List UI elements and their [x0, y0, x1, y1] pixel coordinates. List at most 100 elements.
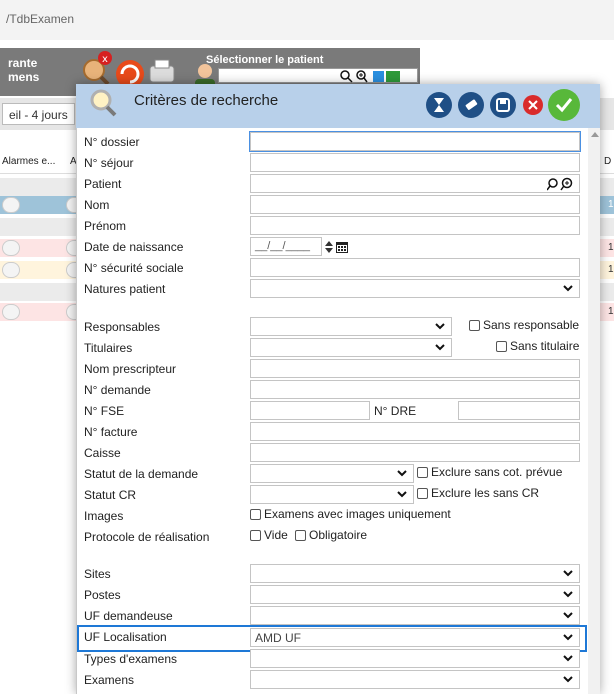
row-responsables: Responsables Sans responsable — [77, 317, 587, 338]
search-icon[interactable] — [547, 178, 558, 191]
row-statut-cr: Statut CR Exclure les sans CR — [77, 485, 587, 506]
close-button[interactable] — [523, 95, 543, 115]
eraser-button[interactable] — [458, 92, 484, 118]
label-fse: N° FSE — [84, 404, 125, 418]
label-uf-demandeuse: UF demandeuse — [84, 609, 173, 623]
status-pill — [2, 197, 20, 213]
label-protocole: Protocole de réalisation — [84, 530, 210, 544]
chevron-down-icon — [563, 285, 573, 292]
label-types-examens: Types d'examens — [84, 652, 178, 666]
row-sejour: N° séjour — [77, 153, 587, 174]
secu-input[interactable] — [250, 258, 580, 277]
row-number: 1 — [608, 199, 614, 210]
fse-input[interactable] — [250, 401, 370, 420]
hourglass-icon — [434, 98, 444, 112]
exclure-cr-checkbox[interactable] — [417, 488, 428, 499]
titulaires-select[interactable] — [250, 338, 452, 357]
label-dre: N° DRE — [374, 404, 417, 418]
row-postes: Postes — [77, 585, 587, 606]
chevron-down-icon — [435, 323, 445, 330]
period-filter-button[interactable]: eil - 4 jours — [2, 103, 75, 125]
exclure-cot-checkbox[interactable] — [417, 467, 428, 478]
zoom-in-icon[interactable] — [560, 177, 573, 191]
row-secu: N° sécurité sociale — [77, 258, 587, 279]
statut-cr-select[interactable] — [250, 485, 414, 504]
nom-input[interactable] — [250, 195, 580, 214]
label-dossier: N° dossier — [84, 135, 140, 149]
chevron-down-icon — [435, 344, 445, 351]
label-nom: Nom — [84, 198, 110, 212]
facture-input[interactable] — [250, 422, 580, 441]
label-prenom: Prénom — [84, 219, 127, 233]
row-patient: Patient — [77, 174, 587, 195]
svg-text:x: x — [102, 54, 108, 65]
sejour-input[interactable] — [250, 153, 580, 172]
examens-select[interactable] — [250, 670, 580, 689]
row-images: Images Examens avec images uniquement — [77, 506, 587, 527]
row-fse: N° FSE N° DRE — [77, 401, 587, 422]
label-facture: N° facture — [84, 425, 138, 439]
chevron-down-icon — [563, 634, 573, 641]
label-sejour: N° séjour — [84, 156, 134, 170]
toolbar-left-tab[interactable]: rante mens — [0, 48, 78, 96]
responsables-select[interactable] — [250, 317, 452, 336]
postes-select[interactable] — [250, 585, 580, 604]
row-demande: N° demande — [77, 380, 587, 401]
images-only-checkbox[interactable] — [250, 509, 261, 520]
dossier-input[interactable] — [249, 131, 581, 152]
calendar-icon[interactable] — [336, 241, 348, 253]
dre-input[interactable] — [458, 401, 580, 420]
date-spinner-icon[interactable] — [324, 240, 334, 254]
row-dossier: N° dossier — [77, 131, 587, 153]
chevron-down-icon — [397, 470, 407, 477]
label-images: Images — [84, 509, 124, 523]
row-number: 1 — [608, 242, 614, 253]
status-pill — [2, 240, 20, 256]
patient-input[interactable] — [250, 174, 580, 193]
row-prenom: Prénom — [77, 216, 587, 237]
sans-titulaire-checkbox[interactable] — [496, 341, 507, 352]
row-natures: Natures patient — [77, 279, 587, 300]
label-date-naissance: Date de naissance — [84, 240, 184, 254]
types-examens-select[interactable] — [250, 649, 580, 668]
grid-col-alarmes[interactable]: Alarmes e... — [2, 156, 55, 167]
print-icon[interactable] — [149, 59, 175, 83]
statut-demande-select[interactable] — [250, 464, 414, 483]
scroll-up-arrow-icon[interactable] — [591, 132, 599, 137]
save-button[interactable] — [490, 92, 516, 118]
label-nom-prescripteur: Nom prescripteur — [84, 362, 177, 376]
patient-zoom-plus-icon[interactable] — [356, 70, 368, 83]
row-types-examens: Types d'examens — [77, 649, 587, 670]
label-postes: Postes — [84, 588, 121, 602]
grid-col-d[interactable]: D — [604, 156, 611, 167]
uf-localisation-select[interactable]: AMD UF — [250, 628, 580, 647]
add-patient-icon[interactable] — [373, 71, 384, 82]
prenom-input[interactable] — [250, 216, 580, 235]
nom-prescripteur-input[interactable] — [250, 359, 580, 378]
patient-search-icon[interactable] — [340, 70, 353, 83]
chevron-down-icon — [397, 491, 407, 498]
row-number: 1 — [608, 306, 614, 317]
uf-demandeuse-select[interactable] — [250, 606, 580, 625]
patient-field-actions — [547, 177, 573, 191]
vide-checkbox[interactable] — [250, 530, 261, 541]
caisse-input[interactable] — [250, 443, 580, 462]
hourglass-button[interactable] — [426, 92, 452, 118]
sites-select[interactable] — [250, 564, 580, 583]
patient-selector-input[interactable] — [218, 68, 418, 83]
toolbar-left-line2: mens — [8, 70, 40, 84]
date-naissance-input[interactable]: __/__/____ — [250, 237, 322, 256]
eraser-icon — [465, 99, 478, 110]
dialog-title: Critères de recherche — [134, 92, 279, 109]
natures-select[interactable] — [250, 279, 580, 298]
obligatoire-checkbox[interactable] — [295, 530, 306, 541]
row-nom: Nom — [77, 195, 587, 216]
label-titulaires: Titulaires — [84, 341, 133, 355]
chevron-down-icon — [563, 612, 573, 619]
card-icon[interactable] — [386, 71, 400, 82]
demande-input[interactable] — [250, 380, 580, 399]
dialog-scrollbar[interactable] — [588, 128, 600, 694]
validate-button[interactable] — [548, 89, 580, 121]
search-clear-icon[interactable]: x — [83, 51, 112, 86]
sans-responsable-checkbox[interactable] — [469, 320, 480, 331]
